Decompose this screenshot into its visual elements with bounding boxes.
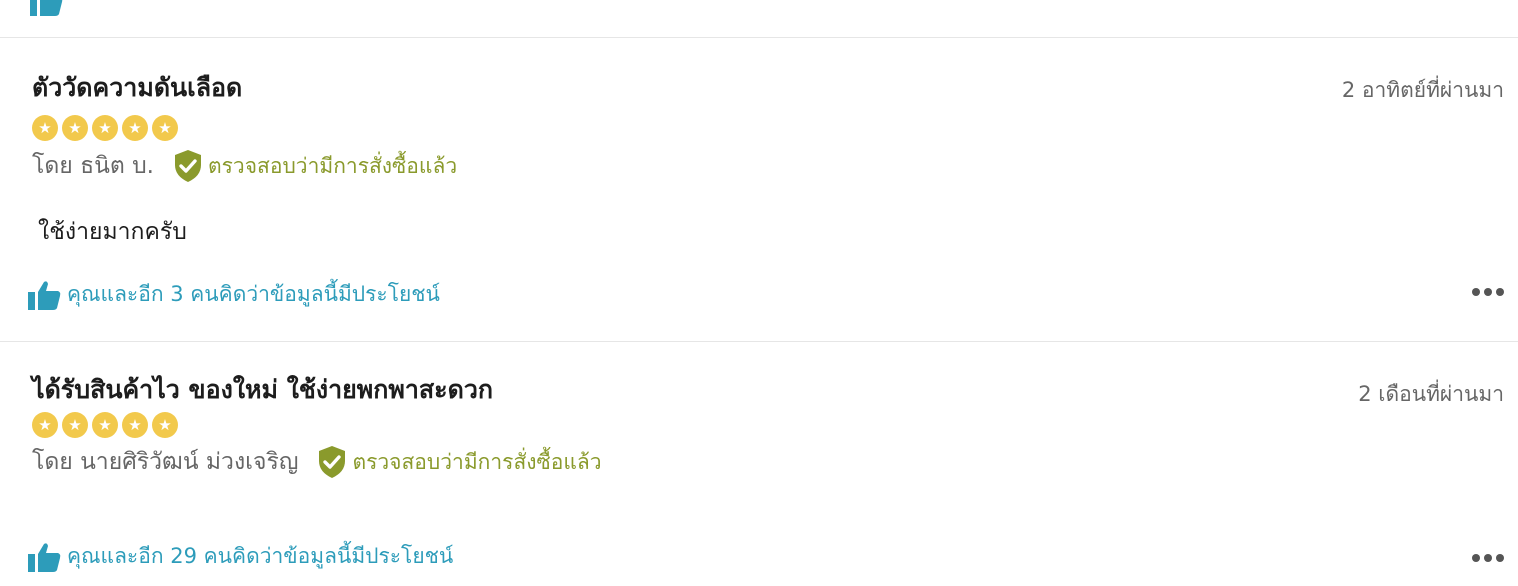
thumbs-up-icon[interactable] — [28, 280, 61, 310]
review-body: ใช้ง่ายมากครับ — [38, 219, 187, 245]
review-date: 2 อาทิตย์ที่ผ่านมา — [1341, 78, 1504, 102]
more-dots-icon — [1496, 554, 1504, 562]
more-dots-icon — [1484, 554, 1492, 562]
star-rating: ★ ★ ★ ★ ★ — [32, 412, 178, 438]
more-options-button[interactable] — [1472, 554, 1504, 562]
more-dots-icon — [1472, 288, 1480, 296]
shield-check-icon — [175, 150, 201, 182]
review-title: ตัววัดความดันเลือด — [32, 73, 243, 102]
more-dots-icon — [1472, 554, 1480, 562]
thumbs-up-icon[interactable] — [28, 542, 61, 572]
helpful-button[interactable]: คุณและอีก 29 คนคิดว่าข้อมูลนี้มีประโยชน์ — [28, 540, 453, 573]
more-dots-icon — [1484, 288, 1492, 296]
review-author: โดย นายศิริวัฒน์ ม่วงเจริญ — [32, 449, 299, 475]
verified-label: ตรวจสอบว่ามีการสั่งซื้อแล้ว — [208, 153, 458, 178]
star-icon: ★ — [152, 412, 178, 438]
verified-purchase-badge: ตรวจสอบว่ามีการสั่งซื้อแล้ว — [172, 149, 457, 183]
verified-label: ตรวจสอบว่ามีการสั่งซื้อแล้ว — [352, 449, 602, 474]
review-author: โดย ธนิต บ. — [32, 153, 154, 179]
verified-purchase-badge: ตรวจสอบว่ามีการสั่งซื้อแล้ว — [316, 445, 602, 479]
star-icon: ★ — [152, 115, 178, 141]
review-card: ได้รับสินค้าไว ของใหม่ ใช้ง่ายพกพาสะดวก … — [0, 342, 1518, 586]
helpful-button[interactable]: คุณและอีก 3 คนคิดว่าข้อมูลนี้มีประโยชน์ — [28, 278, 440, 311]
review-title: ได้รับสินค้าไว ของใหม่ ใช้ง่ายพกพาสะดวก — [32, 375, 494, 404]
star-icon: ★ — [62, 115, 88, 141]
helpful-text[interactable]: คุณและอีก 3 คนคิดว่าข้อมูลนี้มีประโยชน์ — [67, 278, 440, 311]
star-icon: ★ — [92, 115, 118, 141]
helpful-text[interactable]: คุณและอีก 29 คนคิดว่าข้อมูลนี้มีประโยชน์ — [67, 540, 453, 573]
thumbs-up-icon[interactable] — [30, 0, 63, 16]
star-icon: ★ — [32, 115, 58, 141]
star-icon: ★ — [92, 412, 118, 438]
previous-review-tail — [0, 0, 1518, 38]
more-dots-icon — [1496, 288, 1504, 296]
star-icon: ★ — [62, 412, 88, 438]
review-card: ตัววัดความดันเลือด 2 อาทิตย์ที่ผ่านมา ★ … — [0, 38, 1518, 342]
more-options-button[interactable] — [1472, 288, 1504, 296]
reviews-list: ตัววัดความดันเลือด 2 อาทิตย์ที่ผ่านมา ★ … — [0, 0, 1518, 586]
shield-check-icon — [319, 446, 346, 478]
star-icon: ★ — [32, 412, 58, 438]
star-rating: ★ ★ ★ ★ ★ — [32, 115, 178, 141]
star-icon: ★ — [122, 412, 148, 438]
star-icon: ★ — [122, 115, 148, 141]
review-date: 2 เดือนที่ผ่านมา — [1358, 382, 1504, 406]
review-byline: โดย นายศิริวัฒน์ ม่วงเจริญ ตรวจสอบว่ามีก… — [32, 444, 602, 480]
review-byline: โดย ธนิต บ. ตรวจสอบว่ามีการสั่งซื้อแล้ว — [32, 148, 457, 184]
